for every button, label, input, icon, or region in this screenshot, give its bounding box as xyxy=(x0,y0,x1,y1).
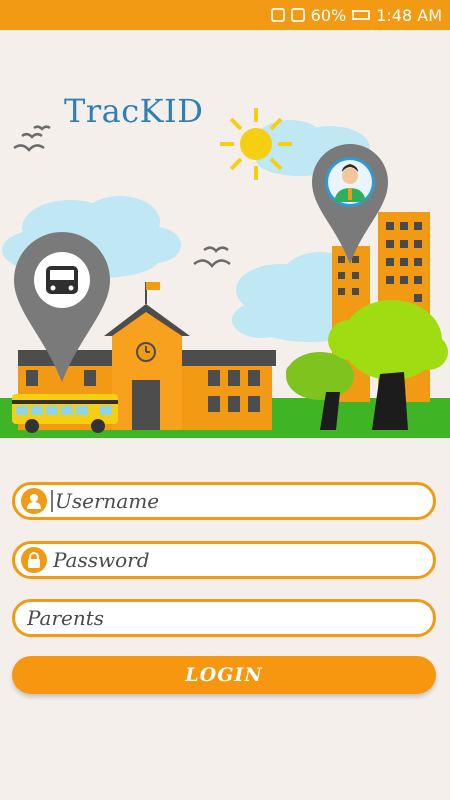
notification-icon xyxy=(270,8,285,22)
username-field[interactable] xyxy=(12,482,436,520)
password-input[interactable] xyxy=(53,548,393,572)
login-button[interactable]: LOGIN xyxy=(12,656,436,694)
username-input[interactable] xyxy=(55,489,395,513)
lock-icon xyxy=(21,547,47,573)
battery-icon xyxy=(352,10,371,20)
signal-icon xyxy=(290,8,305,22)
user-icon xyxy=(21,488,47,514)
password-field[interactable] xyxy=(12,541,436,579)
role-field[interactable] xyxy=(12,599,436,637)
clock: 1:48 AM xyxy=(376,5,442,25)
text-cursor xyxy=(51,490,53,512)
battery-percent: 60% xyxy=(310,5,347,25)
role-select[interactable] xyxy=(27,606,367,630)
student-location-pin-icon xyxy=(312,144,388,264)
status-bar: 60% 1:48 AM xyxy=(0,0,450,30)
app-title: TracKID xyxy=(64,92,204,130)
